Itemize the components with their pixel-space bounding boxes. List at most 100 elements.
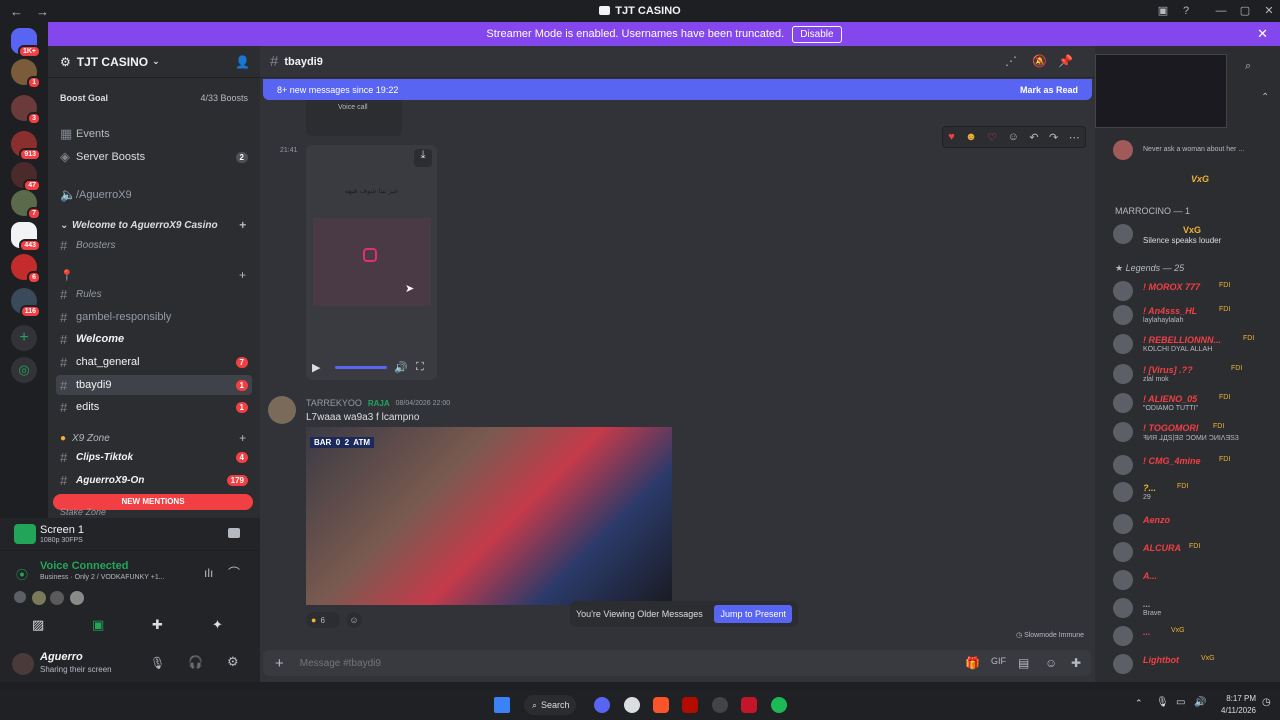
category-pin[interactable]: 📍 + (56, 265, 252, 285)
video-progress-bar[interactable] (335, 366, 387, 369)
forward-icon[interactable]: ↷ (1049, 131, 1058, 144)
channel-tbaydi9[interactable]: # tbaydi9 1 (56, 375, 252, 395)
reply-icon[interactable]: ↶ (1029, 131, 1038, 144)
minimize-icon[interactable]: — (1208, 0, 1234, 22)
member-row[interactable]: ! MOROX 777 FDI (1113, 279, 1278, 303)
channel-aguerrox9-on[interactable]: # AguerroX9-On 179 (56, 470, 252, 490)
username[interactable]: Aguerro (40, 651, 83, 663)
server-icon-1[interactable]: 1 (11, 59, 41, 89)
stop-stream-icon[interactable] (228, 528, 240, 538)
app-taskbar-icon[interactable] (741, 697, 757, 713)
member-row[interactable]: ?... FDI 29 (1113, 480, 1278, 504)
new-messages-bar[interactable]: 8+ new messages since 19:22 Mark as Read (263, 79, 1092, 100)
member-row[interactable]: A... (1113, 568, 1278, 592)
gift-icon[interactable]: 🎁 (965, 656, 980, 670)
broken-heart-icon[interactable]: ♡ (987, 131, 997, 144)
disable-button[interactable]: Disable (792, 25, 842, 43)
voice-channel-aguerro[interactable]: 🔈/AguerroX9 (56, 185, 252, 205)
video-attachment[interactable]: ⤓ غير تبتا شوف هيهه ➤ ▶ 🔊 ⛶ (306, 145, 437, 380)
attach-plus-icon[interactable]: + (275, 655, 284, 672)
member-row[interactable]: VxG (1113, 171, 1278, 195)
member-row[interactable]: Lightbot VxG (1113, 652, 1278, 676)
screen-share-button[interactable]: ▣ (92, 617, 104, 633)
image-attachment[interactable]: BAR 0 2 ATM (306, 427, 672, 605)
clock[interactable]: 8:17 PM 4/11/2026 (1216, 693, 1256, 717)
notification-icon[interactable]: ◷ (1262, 697, 1271, 708)
network-icon[interactable]: ▭ (1176, 697, 1185, 708)
server-boosts-item[interactable]: ◈ Server Boosts 2 (56, 147, 252, 167)
discord-taskbar-icon[interactable] (594, 697, 610, 713)
tray-chevron-icon[interactable]: ⌃ (1135, 698, 1143, 709)
add-reaction-icon[interactable]: ☺ (346, 612, 362, 628)
server-icon-7[interactable]: 6 (11, 254, 41, 284)
voice-connected-label[interactable]: Voice Connected (40, 560, 128, 572)
camera-off-icon[interactable]: ▨ (32, 617, 44, 633)
pin-icon[interactable]: 📌 (1058, 54, 1073, 68)
threads-icon[interactable]: ⋰ (1005, 54, 1017, 68)
add-channel-icon[interactable]: + (239, 268, 246, 282)
member-row[interactable]: ... VxG (1113, 624, 1278, 648)
member-row[interactable]: ... Brave (1113, 596, 1278, 620)
windows-start-icon[interactable] (494, 697, 510, 713)
fullscreen-icon[interactable]: ⛶ (416, 361, 424, 374)
mute-icon[interactable]: 🔕 (1032, 54, 1047, 68)
member-row[interactable]: Aenzo (1113, 512, 1278, 536)
member-row[interactable]: ! [Virus] .?? FDI zlal mok (1113, 362, 1278, 386)
member-row[interactable]: VxG Silence speaks louder (1113, 222, 1278, 246)
channel-rules[interactable]: # Rules (56, 284, 252, 304)
member-row[interactable]: ! ALIENO_05 FDI "ODIAMO TUTTI" (1113, 391, 1278, 415)
author-avatar[interactable] (268, 396, 296, 424)
microphone-icon[interactable]: 🎙 (150, 656, 165, 670)
member-row[interactable]: ! CMG_4mine FDI (1113, 453, 1278, 477)
jump-to-present-button[interactable]: Jump to Present (714, 605, 792, 623)
maximize-icon[interactable]: ▢ (1232, 0, 1258, 22)
channel-boosters[interactable]: # Boosters (56, 235, 252, 255)
close-window-icon[interactable]: ✕ (1256, 0, 1280, 22)
add-reaction-icon[interactable]: ☺ (1008, 131, 1019, 143)
headphones-icon[interactable]: 🎧 (188, 655, 203, 669)
download-icon[interactable]: ⤓ (414, 149, 432, 167)
member-row[interactable]: ! An4sss_HL FDI laylahaylalah (1113, 303, 1278, 327)
server-icon-5[interactable]: 7 (11, 190, 41, 220)
channel-chat-general[interactable]: # chat_general 7 (56, 352, 252, 372)
microphone-tray-icon[interactable]: 🎙 (1156, 697, 1169, 708)
boost-goal[interactable]: Boost Goal 4/33 Boosts (54, 86, 254, 110)
member-row[interactable]: ALCURA FDI (1113, 540, 1278, 564)
adobe-taskbar-icon[interactable] (682, 697, 698, 713)
volume-icon[interactable]: 🔊 (394, 361, 408, 374)
activities-icon[interactable]: ✚ (152, 617, 163, 633)
server-icon-4[interactable]: 47 (11, 162, 41, 192)
sticker-icon[interactable]: ▤ (1018, 656, 1029, 670)
category-stake-zone[interactable]: Stake Zone (56, 506, 252, 518)
message-input[interactable] (299, 657, 860, 669)
play-icon[interactable]: ▶ (312, 361, 320, 374)
channel-welcome[interactable]: # Welcome (56, 329, 252, 349)
taskbar-search[interactable]: ⌕ Search (524, 695, 576, 715)
search-icon[interactable]: ⌕ (1245, 60, 1251, 73)
stream-preview[interactable] (1095, 54, 1227, 128)
noise-suppression-icon[interactable]: ılı (204, 566, 213, 580)
help-icon[interactable]: ? (1173, 0, 1199, 22)
invite-people-icon[interactable]: 👤 (235, 55, 250, 69)
member-row[interactable]: ! REBELLIONNN... FDI KOLCHI DYAL ALLAH (1113, 332, 1278, 356)
obs-taskbar-icon[interactable] (712, 697, 728, 713)
mark-as-read-button[interactable]: Mark as Read (1020, 85, 1078, 95)
author-name[interactable]: TARREKYOO (306, 398, 362, 408)
server-icon-8[interactable]: 116 (11, 288, 41, 318)
member-row[interactable]: ! TOGOMORI FDI ꟻИЯ ⅃ДS|ƎƧ ƆOMИ ƆИIɅƎS3 (1113, 420, 1278, 444)
github-taskbar-icon[interactable] (624, 697, 640, 713)
home-button[interactable]: 1K+ (11, 28, 41, 58)
emoji-picker-icon[interactable]: ☺ (1045, 656, 1057, 670)
close-banner-icon[interactable]: ✕ (1257, 26, 1268, 42)
events-item[interactable]: ▦ Events (56, 124, 252, 144)
reaction-chip[interactable]: ● 6 (306, 612, 340, 628)
collapse-icon[interactable]: ⌃ (1261, 92, 1269, 103)
brave-taskbar-icon[interactable] (653, 697, 669, 713)
add-channel-icon[interactable]: + (239, 218, 246, 232)
add-channel-icon[interactable]: + (239, 431, 246, 445)
gif-icon[interactable]: GIF (991, 656, 1006, 666)
category-welcome[interactable]: ⌄ Welcome to AguerroX9 Casino + (56, 215, 252, 235)
server-header[interactable]: ⚙ TJT CASINO ⌄ 👤 (48, 46, 260, 78)
volume-tray-icon[interactable]: 🔊 (1194, 697, 1206, 708)
settings-gear-icon[interactable]: ⚙ (227, 654, 239, 670)
